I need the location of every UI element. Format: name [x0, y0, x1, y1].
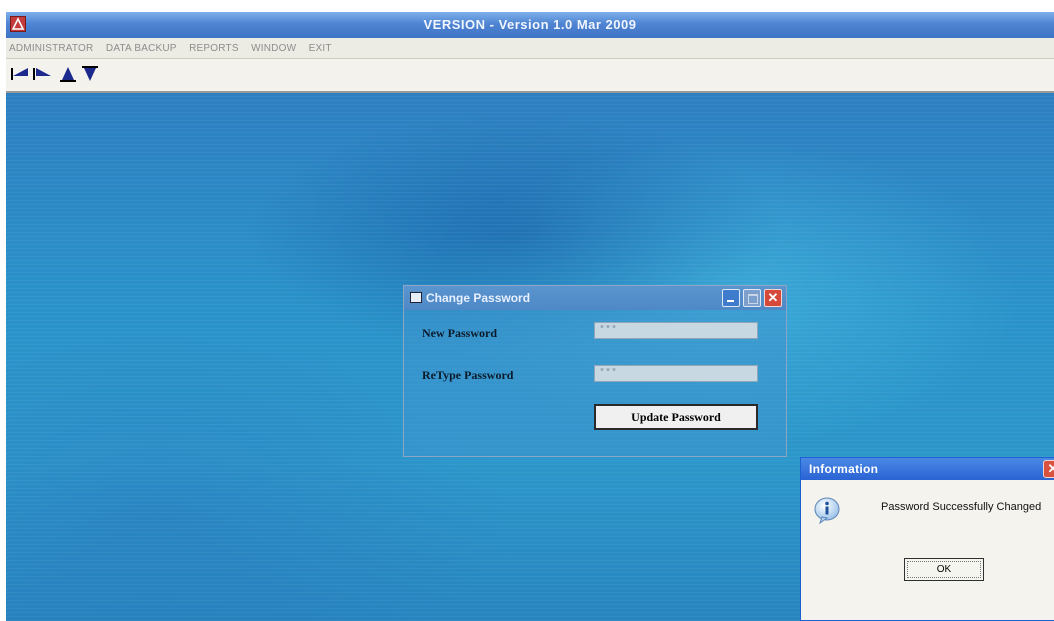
information-title-bar: Information ✕ — [801, 458, 1054, 480]
update-password-button[interactable]: Update Password — [594, 404, 758, 430]
menu-window[interactable]: WINDOW — [251, 43, 296, 54]
maximize-icon[interactable] — [743, 289, 761, 307]
menu-reports[interactable]: REPORTS — [189, 43, 239, 54]
menu-administrator[interactable]: ADMINISTRATOR — [9, 43, 93, 54]
information-message: Password Successfully Changed — [881, 501, 1042, 513]
arrow-up-icon[interactable] — [58, 65, 78, 83]
ok-button[interactable]: OK — [904, 558, 984, 581]
change-password-title: Change Password — [426, 291, 531, 305]
arrow-right-icon[interactable] — [32, 65, 52, 83]
info-icon — [813, 496, 841, 525]
dialog-app-icon — [410, 292, 422, 303]
close-icon[interactable]: ✕ — [764, 289, 782, 307]
arrow-down-icon[interactable] — [80, 65, 100, 83]
title-bar: VERSION - Version 1.0 Mar 2009 — [6, 12, 1054, 38]
toolbar — [6, 59, 1054, 93]
retype-password-input[interactable] — [594, 365, 758, 382]
retype-password-label: ReType Password — [422, 368, 514, 382]
change-password-title-bar: Change Password ✕ — [404, 286, 786, 310]
new-password-input[interactable] — [594, 322, 758, 339]
change-password-dialog: Change Password ✕ New Password ReType Pa… — [403, 285, 787, 457]
close-icon[interactable]: ✕ — [1043, 460, 1054, 478]
main-window: VERSION - Version 1.0 Mar 2009 ADMINISTR… — [6, 12, 1054, 621]
arrow-left-icon[interactable] — [10, 65, 30, 83]
menu-bar: ADMINISTRATOR DATA BACKUP REPORTS WINDOW… — [6, 38, 1054, 59]
menu-exit[interactable]: EXIT — [309, 43, 332, 54]
information-dialog: Information ✕ Password Successfully Chan… — [800, 457, 1054, 621]
information-title: Information — [809, 462, 879, 476]
menu-data-backup[interactable]: DATA BACKUP — [106, 43, 177, 54]
window-title: VERSION - Version 1.0 Mar 2009 — [423, 17, 637, 32]
minimize-icon[interactable] — [722, 289, 740, 307]
new-password-label: New Password — [422, 326, 497, 340]
